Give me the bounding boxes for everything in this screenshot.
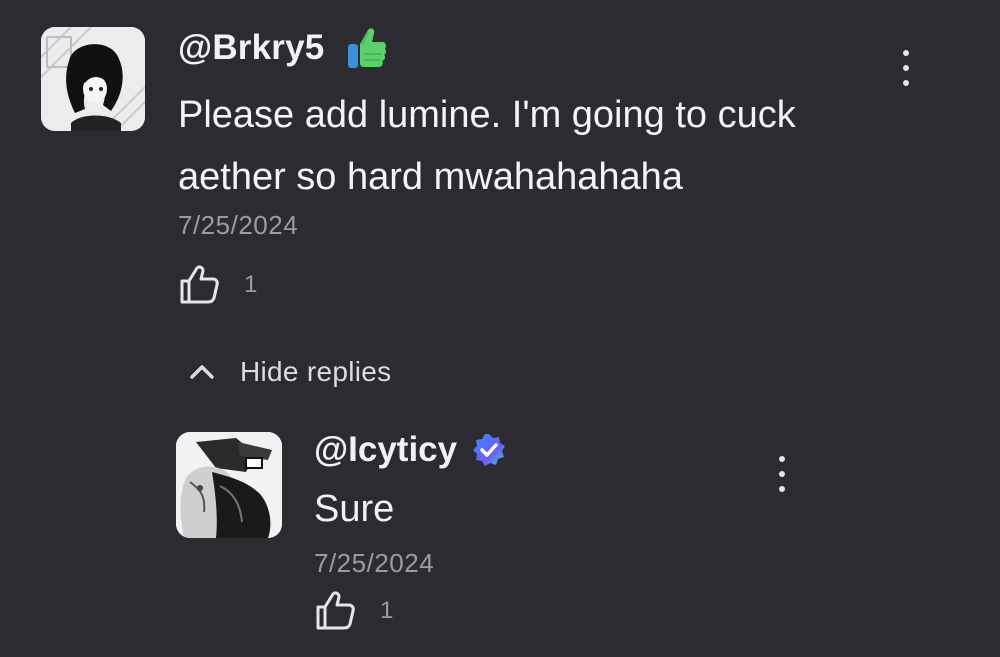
reply-like-row: 1 [314,590,393,632]
reply-like-button[interactable] [314,590,356,632]
comment-like-row: 1 [178,264,257,306]
avatar[interactable] [41,27,145,131]
reply-like-count: 1 [380,597,394,624]
thumbs-up-emoji-icon [346,26,388,70]
comment-author[interactable]: @Brkry5 [178,26,388,70]
comment-username[interactable]: @Brkry5 [178,28,324,68]
reply-date: 7/25/2024 [314,548,435,578]
reply-text: Sure [314,488,395,530]
reply-author[interactable]: @Icyticy [314,430,507,470]
thumbs-up-icon [180,265,219,304]
like-count: 1 [244,271,258,298]
comment-thread: @Brkry5 Please add lumine. I'm going to … [0,0,1000,657]
reply-username[interactable]: @Icyticy [314,430,457,470]
verified-icon [471,432,507,468]
comment-date: 7/25/2024 [178,210,299,240]
thumbs-up-icon [316,591,355,630]
more-options-icon[interactable] [894,44,918,92]
reply-more-options-icon[interactable] [770,450,794,498]
hide-replies-button[interactable]: Hide replies [188,356,391,388]
chevron-up-icon [190,365,214,379]
comment-text: Please add lumine. I'm going to cuck aet… [178,94,796,198]
hide-replies-label: Hide replies [240,356,392,387]
like-button[interactable] [178,264,220,306]
reply-avatar[interactable] [176,432,282,538]
